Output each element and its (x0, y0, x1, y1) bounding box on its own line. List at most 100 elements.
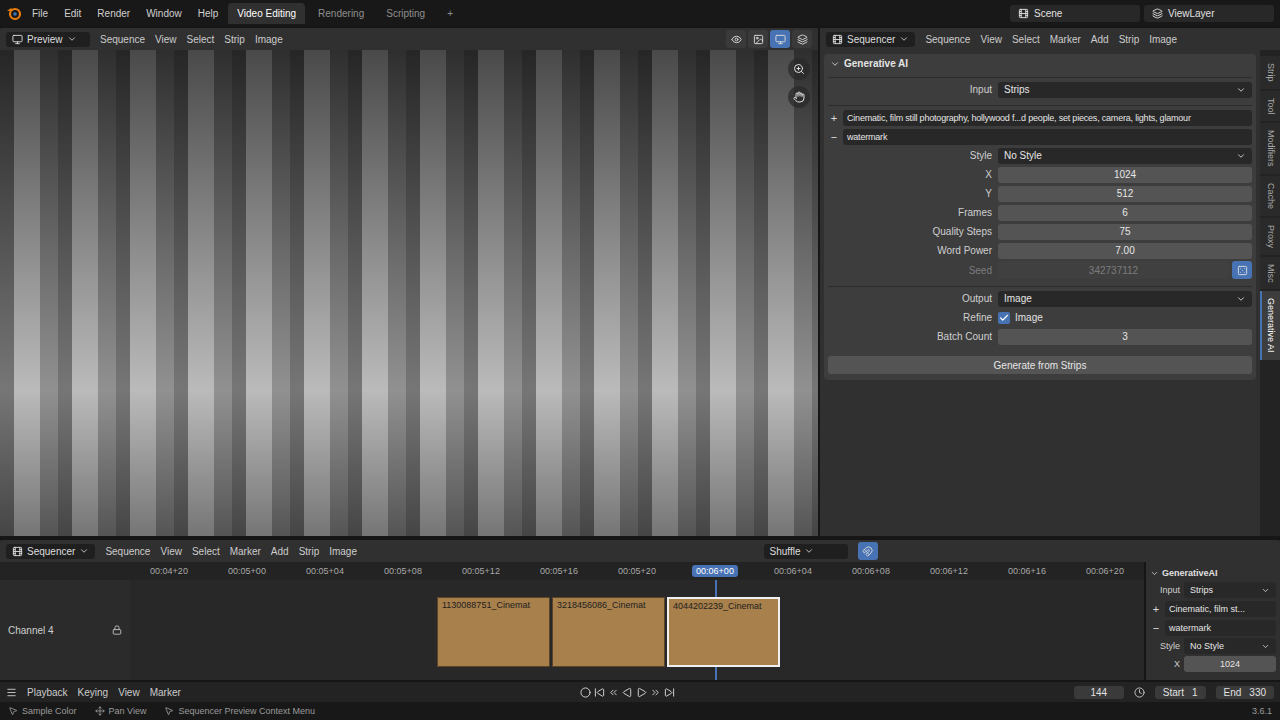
header-menu[interactable]: Select (187, 34, 215, 45)
pan-button[interactable] (788, 86, 810, 108)
tick-label[interactable]: 00:06+00 (692, 565, 738, 577)
header-menu[interactable]: View (980, 34, 1002, 45)
menu-item[interactable]: Edit (58, 6, 87, 21)
side-tab[interactable]: Modifiers (1260, 123, 1280, 174)
play-icon[interactable] (636, 687, 647, 698)
lock-icon[interactable] (112, 625, 122, 635)
dropdown-field[interactable]: Strips (1184, 582, 1276, 598)
scene-field[interactable]: Scene (1010, 5, 1140, 22)
number-field[interactable]: 512 (998, 186, 1252, 202)
playback-menu[interactable]: Playback (27, 687, 68, 698)
record-icon[interactable] (580, 687, 591, 698)
random-seed-button[interactable] (1232, 261, 1252, 279)
prompt-field[interactable]: Cinematic, film still photography, holly… (843, 110, 1252, 126)
jump-end-icon[interactable] (664, 687, 675, 698)
number-field[interactable]: 6 (998, 205, 1252, 221)
dropdown-field[interactable]: Image (998, 291, 1252, 307)
header-menu[interactable]: Image (255, 34, 283, 45)
prompt-field[interactable]: watermark (843, 129, 1252, 145)
number-field[interactable]: 75 (998, 224, 1252, 240)
number-field[interactable]: 7.00 (998, 243, 1252, 259)
menu-item[interactable]: File (26, 6, 54, 21)
view-layer-field[interactable]: ViewLayer (1144, 5, 1274, 22)
prompt-field[interactable]: Cinematic, film st... (1165, 601, 1276, 617)
number-field[interactable]: 1024 (1184, 656, 1276, 672)
timeline[interactable]: 00:04+2000:05+0000:05+0400:05+0800:05+12… (130, 562, 1144, 680)
playback-menu[interactable]: Keying (78, 687, 109, 698)
image-strip[interactable]: 4044202239_Cinemat (667, 597, 780, 667)
editor-mode-select[interactable]: Preview (6, 32, 90, 47)
playback-menu[interactable]: View (118, 687, 140, 698)
start-frame-field[interactable]: Start1 (1155, 686, 1206, 699)
header-menu[interactable]: Strip (1119, 34, 1140, 45)
menu-item[interactable]: Render (91, 6, 136, 21)
menu-item[interactable]: Help (192, 6, 225, 21)
side-tab[interactable]: Generative AI (1260, 291, 1280, 360)
prompt-field[interactable]: watermark (1165, 620, 1276, 636)
checkbox-box[interactable] (998, 312, 1010, 324)
playback-menu[interactable]: Marker (150, 687, 181, 698)
panel-header[interactable]: Generative AI (824, 54, 1256, 73)
editor-mode-select[interactable]: Sequencer (6, 544, 95, 559)
snap-button[interactable] (858, 542, 878, 560)
image-strip[interactable]: 3218456086_Cinemat (552, 597, 665, 667)
display-button[interactable] (770, 30, 790, 48)
current-frame-field[interactable]: 144 (1074, 686, 1124, 699)
header-menu[interactable]: Select (1012, 34, 1040, 45)
header-menu[interactable]: View (160, 546, 182, 557)
prompt-toggle[interactable]: − (828, 131, 840, 143)
header-menu[interactable]: Sequence (105, 546, 150, 557)
number-field[interactable]: 3 (998, 329, 1252, 345)
overlap-mode-select[interactable]: Shuffle (764, 544, 848, 559)
editor-mode-select[interactable]: Sequencer (826, 32, 915, 47)
side-tab[interactable]: Strip (1260, 56, 1280, 89)
header-menu[interactable]: Strip (299, 546, 320, 557)
header-menu[interactable]: Marker (230, 546, 261, 557)
workspace-tab[interactable]: + (438, 3, 462, 24)
prompt-toggle[interactable]: − (1150, 622, 1162, 634)
side-tab[interactable]: Cache (1260, 176, 1280, 216)
menu-item[interactable]: Window (140, 6, 188, 21)
play-reverse-icon[interactable] (622, 687, 633, 698)
header-menu[interactable]: Sequence (925, 34, 970, 45)
prompt-toggle[interactable]: + (1150, 603, 1162, 615)
end-frame-field[interactable]: End330 (1216, 686, 1274, 699)
side-tab[interactable]: Misc (1260, 257, 1280, 290)
time-ruler[interactable]: 00:04+2000:05+0000:05+0400:05+0800:05+12… (130, 562, 1144, 580)
clock-icon[interactable] (1134, 687, 1145, 698)
image-button[interactable] (748, 30, 768, 48)
header-menu[interactable]: View (155, 34, 177, 45)
workspace-tab[interactable]: Scripting (377, 3, 434, 24)
preview-canvas[interactable] (0, 50, 818, 536)
panel-header[interactable]: GenerativeAI (1150, 566, 1276, 580)
header-menu[interactable]: Sequence (100, 34, 145, 45)
layers-button[interactable] (792, 30, 812, 48)
image-strip[interactable]: 1130088751_Cinemat (437, 597, 550, 667)
overlay-button[interactable] (726, 30, 746, 48)
zoom-button[interactable] (788, 58, 810, 80)
header-menu[interactable]: Add (1091, 34, 1109, 45)
header-menu[interactable]: Select (192, 546, 220, 557)
number-field[interactable]: 1024 (998, 167, 1252, 183)
jump-start-icon[interactable] (594, 687, 605, 698)
header-menu[interactable]: Marker (1050, 34, 1081, 45)
menu-icon[interactable] (6, 687, 17, 698)
dropdown-field[interactable]: Strips (998, 82, 1252, 98)
side-tab[interactable]: Tool (1260, 91, 1280, 122)
previous-key-icon[interactable] (608, 687, 619, 698)
header-menu[interactable]: Image (329, 546, 357, 557)
header-menu[interactable]: Image (1149, 34, 1177, 45)
generate-button[interactable]: Generate from Strips (828, 356, 1252, 374)
blender-logo-icon[interactable] (6, 5, 22, 21)
side-tab[interactable]: Proxy (1260, 218, 1280, 255)
workspace-tab[interactable]: Video Editing (228, 3, 305, 24)
checkbox[interactable]: Image (998, 312, 1252, 324)
dropdown-field[interactable]: No Style (1184, 638, 1276, 654)
dropdown-field[interactable]: No Style (998, 148, 1252, 164)
header-menu[interactable]: Strip (224, 34, 245, 45)
seed-field[interactable]: 342737112 (998, 261, 1229, 279)
prompt-toggle[interactable]: + (828, 112, 840, 124)
header-menu[interactable]: Add (271, 546, 289, 557)
next-key-icon[interactable] (650, 687, 661, 698)
workspace-tab[interactable]: Rendering (309, 3, 373, 24)
